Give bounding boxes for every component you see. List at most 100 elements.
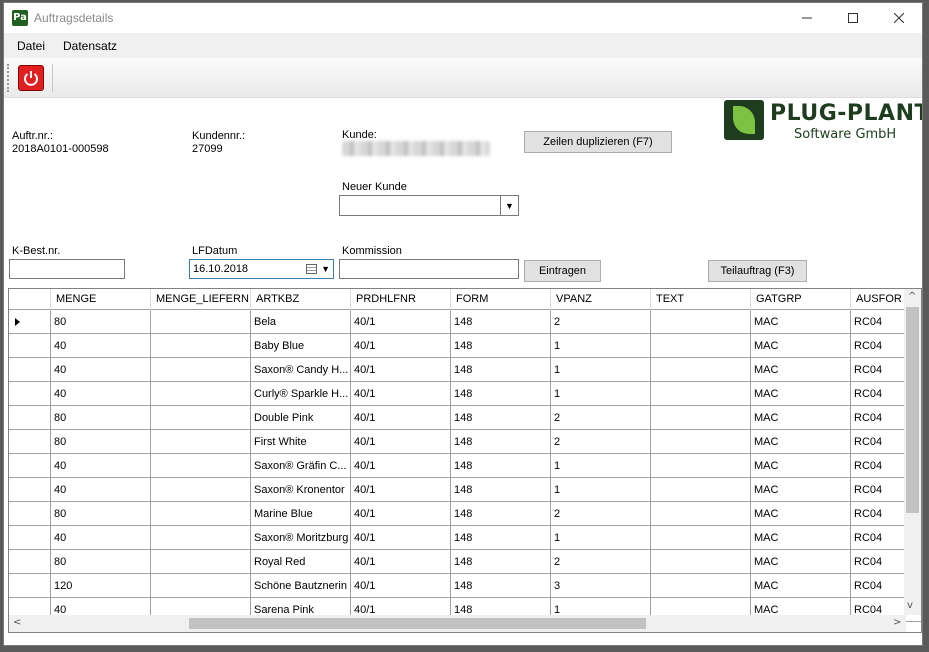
cell-gatgrp[interactable]: MAC [751,478,851,502]
cell-form[interactable]: 148 [451,430,551,454]
cell-vpanz[interactable]: 2 [551,502,651,526]
table-row[interactable]: 80 First White 40/1 148 2 MAC RC04 [9,430,921,454]
cell-prdhlfnr[interactable]: 40/1 [351,382,451,406]
row-header[interactable] [9,430,51,454]
row-header[interactable] [9,454,51,478]
cell-gatgrp[interactable]: MAC [751,550,851,574]
column-header-prdhlfnr[interactable]: PRDHLFNR [351,289,451,310]
cell-menge-liefern[interactable] [151,358,251,382]
cell-prdhlfnr[interactable]: 40/1 [351,454,451,478]
cell-menge[interactable]: 80 [51,550,151,574]
cell-menge[interactable]: 40 [51,526,151,550]
table-row[interactable]: 40 Saxon® Kronentor 40/1 148 1 MAC RC04 [9,478,921,502]
cell-menge[interactable]: 40 [51,478,151,502]
cell-form[interactable]: 148 [451,502,551,526]
cell-form[interactable]: 148 [451,310,551,334]
column-header-gatgrp[interactable]: GATGRP [751,289,851,310]
cell-text[interactable] [651,454,751,478]
cell-text[interactable] [651,478,751,502]
row-header[interactable] [9,502,51,526]
cell-artkbz[interactable]: Baby Blue [251,334,351,358]
lfdatum-picker[interactable]: 16.10.2018 ▼ [189,259,334,279]
cell-vpanz[interactable]: 1 [551,358,651,382]
table-row[interactable]: 40 Saxon® Moritzburg 40/1 148 1 MAC RC04 [9,526,921,550]
cell-gatgrp[interactable]: MAC [751,358,851,382]
calendar-icon[interactable] [306,264,317,274]
menu-datei[interactable]: Datei [17,39,45,53]
cell-menge-liefern[interactable] [151,550,251,574]
menu-datensatz[interactable]: Datensatz [63,39,117,53]
cell-artkbz[interactable]: Saxon® Moritzburg [251,526,351,550]
cell-vpanz[interactable]: 1 [551,334,651,358]
chevron-down-icon[interactable]: ▼ [321,264,330,274]
cell-artkbz[interactable]: Saxon® Kronentor [251,478,351,502]
cell-menge[interactable]: 80 [51,310,151,334]
table-row[interactable]: 80 Marine Blue 40/1 148 2 MAC RC04 [9,502,921,526]
cell-gatgrp[interactable]: MAC [751,334,851,358]
table-row[interactable]: 80 Bela 40/1 148 2 MAC RC04 [9,310,921,334]
cell-menge[interactable]: 80 [51,502,151,526]
kommission-input[interactable] [339,259,519,279]
cell-menge-liefern[interactable] [151,526,251,550]
column-header-vpanz[interactable]: VPANZ [551,289,651,310]
chevron-down-icon[interactable]: ▼ [500,196,518,215]
cell-gatgrp[interactable]: MAC [751,310,851,334]
order-lines-grid[interactable]: MENGE MENGE_LIEFERN ARTKBZ PRDHLFNR FORM VPAN… [8,288,922,633]
table-row[interactable]: 40 Curly® Sparkle H... 40/1 148 1 MAC RC04 [9,382,921,406]
cell-gatgrp[interactable]: MAC [751,382,851,406]
cell-gatgrp[interactable]: MAC [751,430,851,454]
cell-menge[interactable]: 40 [51,454,151,478]
cell-form[interactable]: 148 [451,454,551,478]
cell-menge-liefern[interactable] [151,430,251,454]
cell-text[interactable] [651,430,751,454]
cell-gatgrp[interactable]: MAC [751,526,851,550]
cell-artkbz[interactable]: Saxon® Candy H... [251,358,351,382]
cell-form[interactable]: 148 [451,334,551,358]
cell-artkbz[interactable]: First White [251,430,351,454]
row-header[interactable] [9,310,51,334]
row-header[interactable] [9,478,51,502]
cell-menge[interactable]: 120 [51,574,151,598]
power-button[interactable] [18,65,44,91]
row-header[interactable] [9,382,51,406]
cell-artkbz[interactable]: Marine Blue [251,502,351,526]
vertical-scrollbar[interactable]: ^ v [904,289,921,615]
cell-gatgrp[interactable]: MAC [751,574,851,598]
cell-prdhlfnr[interactable]: 40/1 [351,430,451,454]
cell-menge[interactable]: 80 [51,406,151,430]
cell-menge-liefern[interactable] [151,574,251,598]
teilauftrag-button[interactable]: Teilauftrag (F3) [708,260,807,282]
cell-gatgrp[interactable]: MAC [751,502,851,526]
cell-artkbz[interactable]: Bela [251,310,351,334]
horizontal-scrollbar[interactable]: < > [9,615,906,632]
cell-text[interactable] [651,358,751,382]
cell-vpanz[interactable]: 3 [551,574,651,598]
cell-menge[interactable]: 40 [51,334,151,358]
cell-text[interactable] [651,502,751,526]
neuer-kunde-combo[interactable]: ▼ [339,195,519,216]
table-row[interactable]: 80 Royal Red 40/1 148 2 MAC RC04 [9,550,921,574]
table-row[interactable]: 80 Double Pink 40/1 148 2 MAC RC04 [9,406,921,430]
cell-menge[interactable]: 80 [51,430,151,454]
cell-vpanz[interactable]: 2 [551,406,651,430]
column-header-menge-liefern[interactable]: MENGE_LIEFERN [151,289,251,310]
eintragen-button[interactable]: Eintragen [524,260,601,282]
cell-vpanz[interactable]: 1 [551,382,651,406]
cell-artkbz[interactable]: Royal Red [251,550,351,574]
cell-menge-liefern[interactable] [151,334,251,358]
maximize-button[interactable] [830,3,876,33]
row-header[interactable] [9,550,51,574]
cell-prdhlfnr[interactable]: 40/1 [351,406,451,430]
cell-menge-liefern[interactable] [151,502,251,526]
table-row[interactable]: 120 Schöne Bautznerin 40/1 148 3 MAC RC04 [9,574,921,598]
cell-vpanz[interactable]: 2 [551,430,651,454]
table-row[interactable]: 40 Saxon® Candy H... 40/1 148 1 MAC RC04 [9,358,921,382]
cell-form[interactable]: 148 [451,574,551,598]
cell-artkbz[interactable]: Double Pink [251,406,351,430]
minimize-button[interactable] [784,3,830,33]
toolbar-grip[interactable] [7,64,9,92]
cell-menge-liefern[interactable] [151,454,251,478]
cell-menge-liefern[interactable] [151,478,251,502]
cell-menge[interactable]: 40 [51,358,151,382]
cell-vpanz[interactable]: 1 [551,478,651,502]
